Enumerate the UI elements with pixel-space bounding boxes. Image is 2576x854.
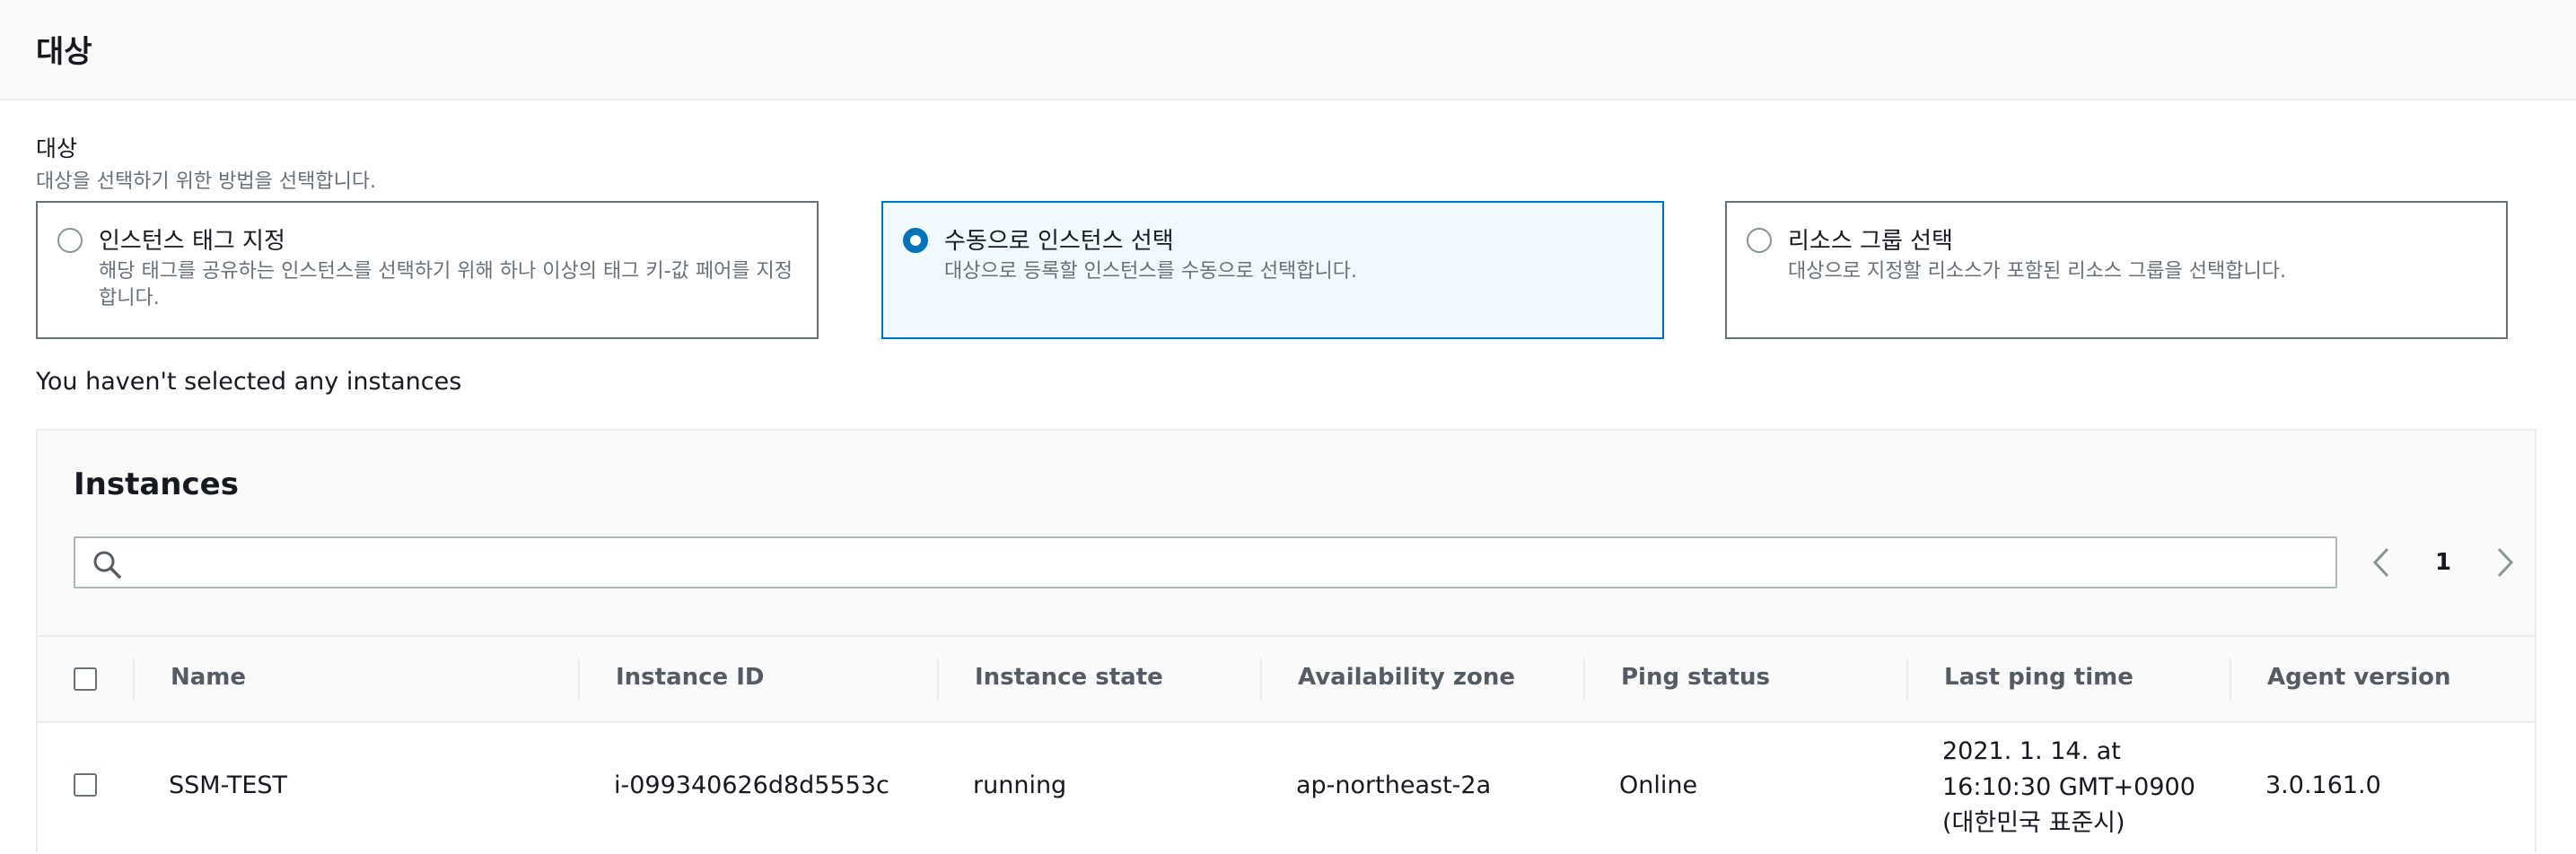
- instances-title: Instances: [74, 466, 239, 502]
- column-divider: [1260, 658, 1262, 702]
- page-header: 대상: [0, 0, 2576, 100]
- cell-name: SSM-TEST: [169, 771, 288, 799]
- target-option-description: 대상으로 등록할 인스턴스를 수동으로 선택합니다.: [944, 260, 1358, 283]
- target-option-instance-tags[interactable]: 인스턴스 태그 지정 해당 태그를 공유하는 인스턴스를 선택하기 위해 하나 …: [36, 201, 819, 339]
- column-divider: [937, 658, 939, 702]
- column-divider: [133, 658, 135, 702]
- cell-availability-zone: ap-northeast-2a: [1296, 771, 1492, 799]
- pagination: 1: [2370, 536, 2522, 588]
- radio-button-resource-group[interactable]: [1747, 228, 1772, 253]
- radio-button-instance-tags[interactable]: [57, 228, 83, 253]
- table-row[interactable]: SSM-TEST i-099340626d8d5553c running ap-…: [38, 723, 2535, 854]
- cell-agent-version: 3.0.161.0: [2265, 771, 2381, 799]
- page-title: 대상: [36, 34, 92, 70]
- cell-last-ping-time: 2021. 1. 14. at 16:10:30 GMT+0900 (대한민국 …: [1942, 737, 2195, 837]
- column-header-instance-id[interactable]: Instance ID: [616, 664, 765, 691]
- column-header-name[interactable]: Name: [171, 664, 246, 691]
- column-divider: [2230, 658, 2231, 702]
- no-selection-message: You haven't selected any instances: [36, 368, 462, 396]
- column-header-agent-version[interactable]: Agent version: [2267, 664, 2451, 691]
- search-icon: [93, 551, 121, 579]
- search-input[interactable]: [133, 542, 2323, 583]
- target-option-description: 대상으로 지정할 리소스가 포함된 리소스 그룹을 선택합니다.: [1788, 260, 2286, 283]
- table-header: Name Instance ID Instance state Availabi…: [38, 635, 2535, 723]
- radio-button-manual-instances[interactable]: [903, 228, 928, 253]
- chevron-left-icon[interactable]: [2370, 545, 2396, 580]
- cell-instance-state: running: [973, 771, 1067, 799]
- target-option-title: 수동으로 인스턴스 선택: [944, 228, 1174, 255]
- page-number[interactable]: 1: [2425, 549, 2461, 576]
- column-header-instance-state[interactable]: Instance state: [975, 664, 1163, 691]
- select-all-checkbox[interactable]: [74, 667, 97, 691]
- cell-instance-id: i-099340626d8d5553c: [614, 771, 889, 799]
- target-option-manual-instances[interactable]: 수동으로 인스턴스 선택 대상으로 등록할 인스턴스를 수동으로 선택합니다.: [881, 201, 1664, 339]
- target-option-title: 리소스 그룹 선택: [1788, 228, 1953, 255]
- target-option-description: 해당 태그를 공유하는 인스턴스를 선택하기 위해 하나 이상의 태그 키-값 …: [99, 260, 793, 309]
- column-header-availability-zone[interactable]: Availability zone: [1298, 664, 1515, 691]
- row-select-checkbox[interactable]: [74, 773, 97, 797]
- column-divider: [578, 658, 580, 702]
- cell-ping-status: Online: [1619, 771, 1698, 799]
- targets-description: 대상을 선택하기 위한 방법을 선택합니다.: [36, 170, 377, 193]
- column-header-ping-status[interactable]: Ping status: [1621, 664, 1770, 691]
- column-divider: [1906, 658, 1908, 702]
- target-option-resource-group[interactable]: 리소스 그룹 선택 대상으로 지정할 리소스가 포함된 리소스 그룹을 선택합니…: [1725, 201, 2508, 339]
- targets-label: 대상: [36, 135, 78, 161]
- chevron-right-icon[interactable]: [2490, 545, 2517, 580]
- column-header-last-ping-time[interactable]: Last ping time: [1944, 664, 2134, 691]
- search-box[interactable]: [74, 536, 2337, 588]
- target-option-title: 인스턴스 태그 지정: [99, 228, 285, 255]
- column-divider: [1583, 658, 1585, 702]
- instances-panel: Instances 1 Name Instance ID Instance st…: [36, 429, 2537, 854]
